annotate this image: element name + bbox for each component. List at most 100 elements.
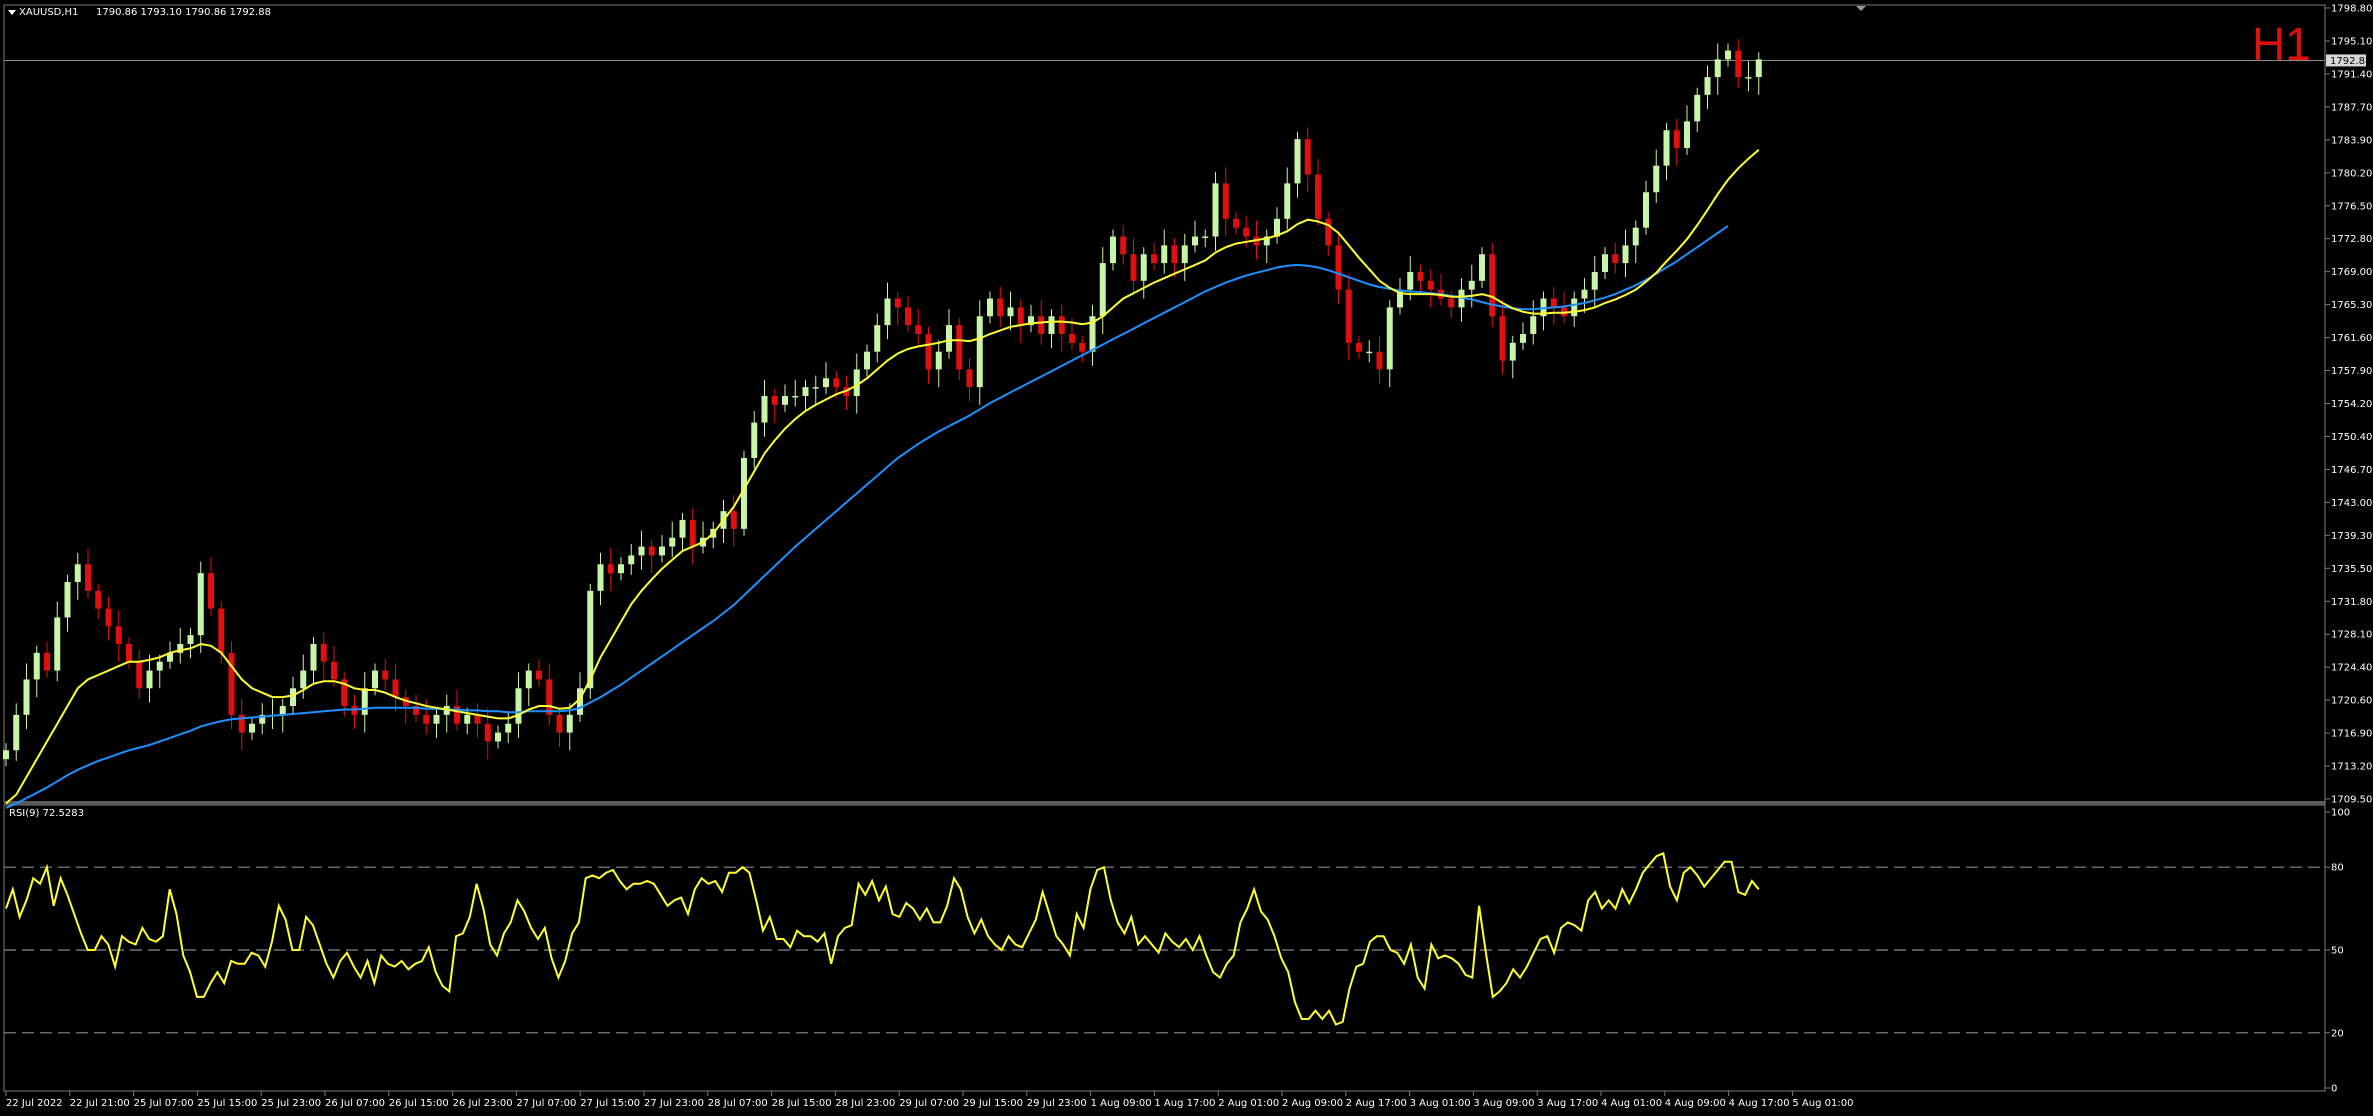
time-tick-label: 26 Jul 07:00 (325, 1098, 385, 1109)
candle-body (382, 670, 389, 680)
timeframe-label: H1 (2252, 18, 2311, 70)
candle-body (1520, 333, 1526, 343)
candle-body (44, 652, 50, 671)
candle-body (566, 714, 573, 733)
candle-body (290, 688, 296, 706)
candle-body (669, 537, 676, 547)
time-tick-label: 4 Aug 01:00 (1601, 1098, 1662, 1109)
candle-body (1755, 59, 1762, 78)
candle-body (249, 723, 255, 733)
symbol-header: XAUUSD,H1 (19, 7, 78, 18)
time-tick-label: 25 Jul 23:00 (261, 1098, 321, 1109)
candle-body (618, 564, 624, 574)
candle-body (1591, 271, 1598, 290)
candle-body (1376, 351, 1383, 370)
time-tick-label: 2 Aug 17:00 (1346, 1098, 1407, 1109)
candle-body (23, 679, 30, 715)
candle-body (1386, 307, 1393, 370)
candle-body (1345, 289, 1352, 343)
time-tick-label: 22 Jul 2022 (6, 1098, 63, 1109)
candle-body (515, 688, 522, 724)
candle-body (1079, 342, 1086, 352)
candle-body (126, 643, 132, 662)
time-tick-label: 5 Aug 01:00 (1792, 1098, 1853, 1109)
candle-body (1222, 183, 1229, 219)
time-tick-label: 1 Aug 17:00 (1154, 1098, 1215, 1109)
panel-separator[interactable] (4, 801, 2325, 805)
candle-body (1571, 298, 1578, 317)
candle-body (1120, 236, 1127, 255)
candle-body (1489, 254, 1496, 317)
time-tick-label: 3 Aug 17:00 (1537, 1098, 1598, 1109)
candle-body (218, 608, 225, 653)
candle-body (33, 652, 40, 680)
time-tick-label: 27 Jul 23:00 (644, 1098, 704, 1109)
candle-body (1602, 254, 1608, 272)
candle-body (864, 351, 870, 370)
candle-body (372, 670, 378, 689)
candle-body (1684, 121, 1690, 148)
candle-body (115, 626, 122, 644)
time-tick-label: 28 Jul 07:00 (708, 1098, 768, 1109)
time-tick-label: 4 Aug 09:00 (1665, 1098, 1726, 1109)
candle-body (925, 333, 932, 370)
candle-body (1581, 289, 1588, 299)
time-tick-label: 4 Aug 17:00 (1729, 1098, 1790, 1109)
price-tick-label: 1713.20 (2331, 762, 2372, 773)
candle-body (1427, 280, 1434, 290)
candle-body (1304, 139, 1311, 175)
rsi-tick-label: 80 (2331, 863, 2344, 874)
candle-body (1417, 271, 1424, 281)
price-tick-label: 1787.70 (2331, 102, 2372, 113)
candle-body (1325, 218, 1332, 246)
time-tick-label: 3 Aug 01:00 (1410, 1098, 1471, 1109)
candle-body (1643, 192, 1649, 228)
candle-body (64, 581, 71, 618)
candle-body (792, 395, 799, 398)
candle-body (464, 714, 471, 724)
candle-body (1007, 307, 1014, 317)
candle-body (320, 643, 327, 662)
candle-body (1745, 77, 1752, 79)
candle-body (1181, 245, 1188, 264)
candle-body (638, 546, 645, 556)
candle-body (1366, 351, 1373, 354)
time-tick-label: 28 Jul 15:00 (772, 1098, 832, 1109)
candle-body (884, 298, 891, 326)
candle-body (279, 705, 286, 715)
current-price-label: 1792.88 (2330, 56, 2371, 67)
candle-body (331, 661, 337, 680)
candle-body (1714, 59, 1721, 78)
chart-background (0, 0, 2373, 1116)
price-tick-label: 1791.40 (2331, 69, 2372, 80)
candle-body (54, 617, 61, 671)
time-tick-label: 1 Aug 09:00 (1091, 1098, 1152, 1109)
candle-body (536, 670, 542, 680)
candle-body (1140, 254, 1147, 281)
candle-body (495, 732, 501, 742)
candle-body (905, 307, 911, 326)
price-tick-label: 1739.30 (2331, 531, 2372, 542)
candle-body (1038, 316, 1045, 334)
candle-body (1048, 316, 1055, 334)
time-tick-label: 3 Aug 09:00 (1473, 1098, 1534, 1109)
candle-body (105, 608, 112, 627)
candle-body (812, 387, 819, 389)
candle-body (187, 635, 194, 644)
candle-body (730, 511, 737, 529)
rsi-tick-label: 0 (2331, 1084, 2337, 1095)
candle-body (823, 378, 829, 388)
candle-body (1212, 183, 1219, 237)
candle-body (1243, 227, 1250, 237)
price-chart[interactable]: 1798.80 1795.10 1791.40 1787.70 1783.90 1780.… (0, 0, 2373, 1116)
candle-body (13, 714, 20, 751)
candle-body (1622, 245, 1629, 264)
price-tick-label: 1765.30 (2331, 300, 2372, 311)
candle-body (525, 670, 532, 689)
price-tick-label: 1754.20 (2331, 399, 2372, 410)
candle-body (433, 714, 440, 724)
candle-body (1058, 316, 1065, 334)
candle-body (85, 564, 91, 591)
time-tick-label: 29 Jul 23:00 (1027, 1098, 1087, 1109)
candle-body (976, 316, 983, 388)
